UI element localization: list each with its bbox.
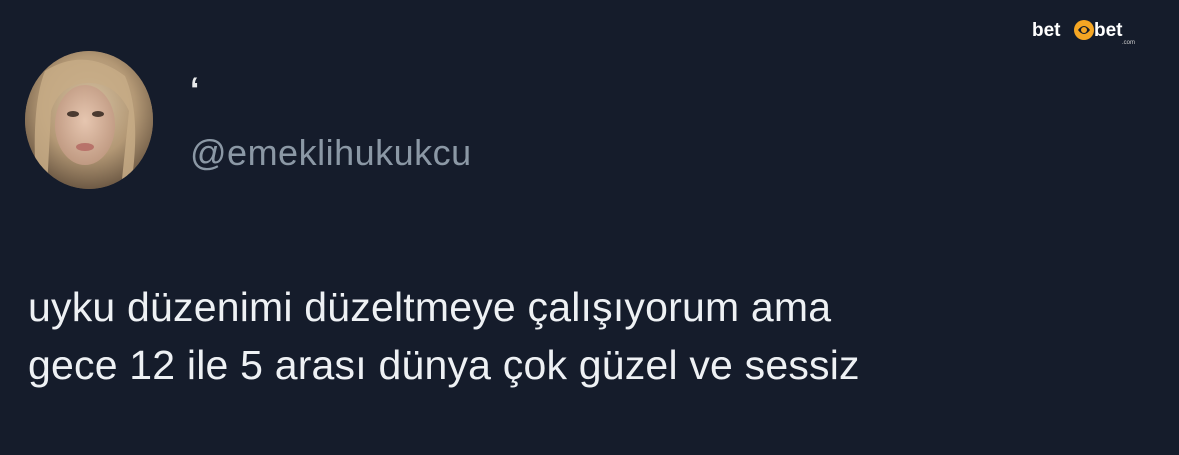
brand-logo-suffix: .com xyxy=(1122,40,1136,46)
brand-logo-ball-icon xyxy=(1074,20,1094,40)
tweet-text: uyku düzenimi düzeltmeye çalışıyorum ama… xyxy=(28,278,1148,394)
profile-photo-icon xyxy=(25,51,153,189)
brand-logo-part2: bet xyxy=(1094,20,1123,41)
brand-logo-part1: bet xyxy=(1032,20,1061,41)
tweet-text-line: gece 12 ile 5 arası dünya çok güzel ve s… xyxy=(28,342,860,388)
tweet-text-line: uyku düzenimi düzeltmeye çalışıyorum ama xyxy=(28,284,832,330)
tweet-card: bet bet .com ‘ @emeklihukukcu uyku düzen… xyxy=(0,0,1179,455)
avatar[interactable] xyxy=(25,51,153,189)
display-name[interactable]: ‘ xyxy=(190,70,199,110)
brand-logo: bet bet .com xyxy=(1032,18,1142,50)
user-handle[interactable]: @emeklihukukcu xyxy=(190,131,472,175)
